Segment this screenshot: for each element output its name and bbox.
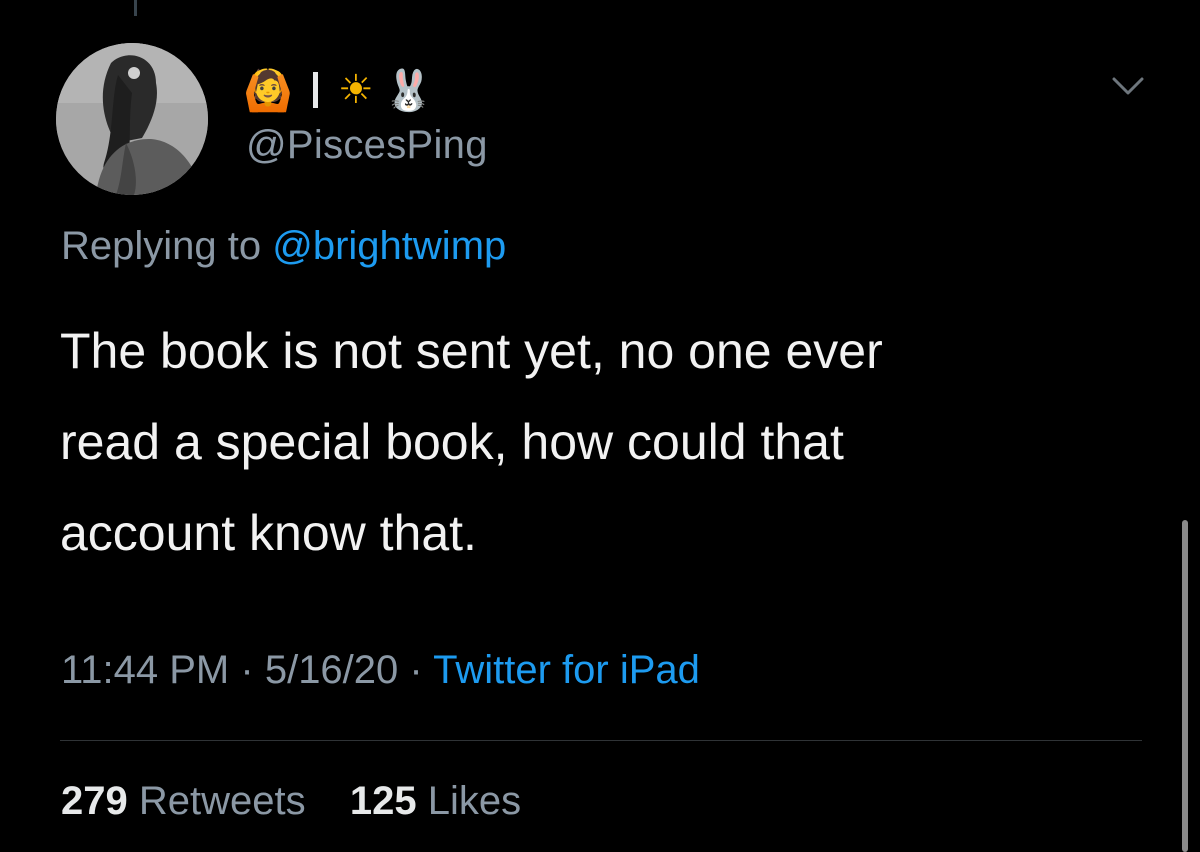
person-gesturing-ok-emoji: 🙆 [243, 68, 293, 113]
tweet-time[interactable]: 11:44 PM [61, 648, 229, 692]
meta-separator: · [409, 648, 423, 692]
retweets-count: 279 [61, 779, 128, 823]
reply-mention-link[interactable]: @brightwimp [272, 224, 506, 268]
thread-connector-line [134, 0, 137, 16]
display-name[interactable]: 🙆 ☀ 🐰 [243, 62, 433, 118]
user-handle[interactable]: @PiscesPing [246, 123, 488, 168]
likes-label: Likes [427, 779, 522, 823]
avatar-photo [56, 43, 208, 195]
tweet-metadata: 11:44 PM · 5/16/20 · Twitter for iPad [61, 648, 700, 693]
replying-to-label: Replying to [61, 224, 262, 268]
scrollbar[interactable] [1182, 520, 1188, 852]
retweets-stat[interactable]: 279 Retweets [61, 779, 317, 823]
likes-count: 125 [349, 779, 417, 823]
rabbit-face-emoji: 🐰 [383, 68, 434, 113]
avatar[interactable] [56, 43, 208, 195]
tweet-text-line: read a special book, how could that [60, 414, 844, 470]
retweets-label: Retweets [138, 779, 306, 823]
display-name-letter-i [312, 72, 318, 108]
tweet-date[interactable]: 5/16/20 [265, 648, 398, 692]
tweet-text-line: account know that. [60, 505, 477, 561]
meta-separator: · [240, 648, 254, 692]
sun-emoji: ☀ [337, 68, 374, 112]
tweet-stats: 279 Retweets 125 Likes [61, 779, 521, 824]
chevron-down-icon[interactable] [1108, 66, 1148, 106]
tweet: 🙆 ☀ 🐰 @PiscesPing Replying to @brightwim… [0, 0, 1200, 852]
tweet-text: The book is not sent yet, no one ever re… [60, 306, 1140, 579]
tweet-text-line: The book is not sent yet, no one ever [60, 323, 883, 379]
divider [60, 740, 1142, 741]
likes-stat[interactable]: 125 Likes [350, 779, 521, 823]
tweet-source-link[interactable]: Twitter for iPad [433, 648, 700, 692]
replying-to-line: Replying to @brightwimp [61, 224, 506, 269]
